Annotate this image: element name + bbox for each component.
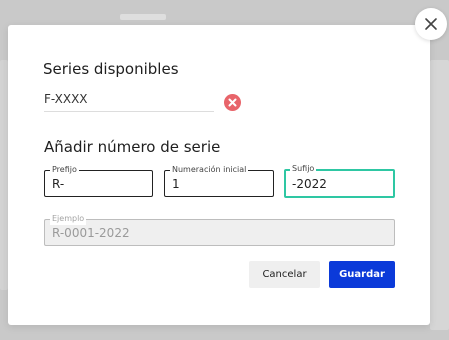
example-field: Ejemplo [44,213,395,246]
suffix-input[interactable] [286,171,393,196]
remove-circle-icon-graphic [224,94,241,111]
background-panel [430,60,449,330]
prefix-input[interactable] [45,171,152,196]
remove-circle-icon[interactable] [224,94,241,111]
available-series-title: Series disponibles [43,60,179,78]
example-input [45,220,394,245]
start-number-field: Numeración inicial [164,164,274,197]
close-button[interactable] [415,8,447,40]
background-panel-left [0,60,8,290]
close-icon [425,18,437,30]
suffix-field: Sufijo [284,163,395,198]
add-series-title: Añadir número de serie [44,138,221,156]
prefix-field: Prefijo [44,164,153,197]
background-card [120,14,166,20]
add-series-dialog: Series disponibles F-XXXX Añadir número … [8,25,430,325]
series-item-value: F-XXXX [44,88,214,112]
start-number-input[interactable] [165,171,273,196]
cancel-button[interactable]: Cancelar [249,261,320,288]
save-button[interactable]: Guardar [329,261,395,288]
